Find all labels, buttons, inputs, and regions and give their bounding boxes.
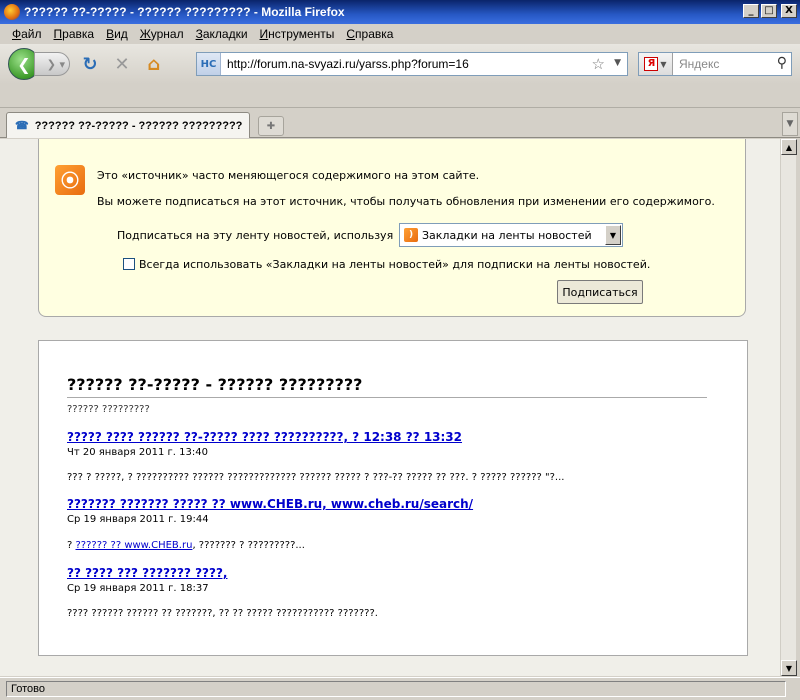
search-engine-selector[interactable]: Я ▼ bbox=[639, 53, 673, 75]
home-button[interactable]: ⌂ bbox=[142, 52, 166, 76]
home-icon: ⌂ bbox=[147, 53, 161, 75]
subscribe-reader-value: Закладки на ленты новостей bbox=[422, 228, 592, 242]
subscribe-reader-select[interactable]: ) Закладки на ленты новостей ▼ bbox=[399, 223, 623, 247]
tab-list-button[interactable]: ▼ bbox=[782, 112, 798, 136]
chevron-down-icon: ▼ bbox=[660, 59, 667, 69]
window-controls: _ □ X bbox=[743, 4, 797, 18]
entry-body: ???? ?????? ?????? ?? ???????, ?? ?? ???… bbox=[67, 608, 378, 619]
forward-button[interactable]: ❯ ▾ bbox=[34, 52, 70, 76]
feed-info-text: Это «источник» часто меняющегося содержи… bbox=[97, 169, 480, 182]
back-arrow-icon: ❮ bbox=[17, 54, 31, 74]
new-tab-button[interactable]: ✚ bbox=[258, 116, 284, 136]
window-title: ?????? ??-????? - ?????? ????????? - Moz… bbox=[24, 5, 345, 19]
menu-file[interactable]: Файл bbox=[6, 27, 48, 41]
entry-title-link[interactable]: ?? ???? ??? ??????? ????, bbox=[67, 566, 228, 580]
entry-date: Ср 19 января 2011 г. 18:37 bbox=[67, 583, 209, 594]
rss-feed-icon: ⦿ bbox=[55, 165, 85, 195]
vertical-scrollbar[interactable]: ▲ ▼ bbox=[780, 139, 797, 676]
tab-strip: ☎ ?????? ??-????? - ?????? ????????? ✚ ▼ bbox=[0, 108, 800, 138]
reload-button[interactable]: ↻ bbox=[78, 52, 102, 76]
bookmark-star-icon[interactable]: ☆ bbox=[592, 55, 605, 73]
entry-date: Чт 20 января 2011 г. 13:40 bbox=[67, 447, 208, 458]
url-bar[interactable]: НС http://forum.na-svyazi.ru/yarss.php?f… bbox=[196, 52, 628, 76]
firefox-icon bbox=[4, 4, 20, 20]
entry-body-suffix: , ??????? ? ?????????... bbox=[192, 540, 305, 551]
plus-icon: ✚ bbox=[266, 120, 276, 132]
feed-subscribe-box: ⦿ Это «источник» часто меняющегося содер… bbox=[38, 139, 746, 317]
stop-button[interactable]: ✕ bbox=[110, 52, 134, 76]
search-input[interactable]: Яндекс bbox=[673, 57, 719, 71]
menu-bookmarks[interactable]: Закладки bbox=[190, 27, 254, 41]
site-identity-icon[interactable]: НС bbox=[197, 53, 221, 75]
minimize-button[interactable]: _ bbox=[743, 4, 759, 18]
url-history-dropdown-icon[interactable]: ▼ bbox=[614, 58, 621, 68]
menu-history[interactable]: Журнал bbox=[134, 27, 190, 41]
navigation-toolbar: ❮ ❯ ▾ ↻ ✕ ⌂ НС http://forum.na-svyazi.ru… bbox=[0, 44, 800, 84]
entry-body-prefix: ? bbox=[67, 540, 76, 551]
feed-entries: ?????? ??-????? - ?????? ????????? ?????… bbox=[38, 340, 748, 656]
menu-edit[interactable]: Правка bbox=[48, 27, 101, 41]
reload-icon: ↻ bbox=[82, 53, 98, 75]
feed-title: ?????? ??-????? - ?????? ????????? bbox=[67, 375, 363, 394]
search-icon[interactable]: ⚲ bbox=[777, 55, 787, 71]
close-button[interactable]: X bbox=[781, 4, 797, 18]
yandex-icon: Я bbox=[644, 57, 659, 71]
bookmarks-toolbar bbox=[0, 84, 800, 108]
subscribe-button[interactable]: Подписаться bbox=[557, 280, 643, 304]
menu-help[interactable]: Справка bbox=[340, 27, 399, 41]
entry-body: ??? ? ?????, ? ?????????? ?????? ???????… bbox=[67, 472, 565, 483]
menu-tools[interactable]: Инструменты bbox=[254, 27, 341, 41]
site-favicon-icon: ☎ bbox=[15, 120, 29, 132]
always-use-checkbox[interactable] bbox=[123, 258, 135, 270]
entry-title-link[interactable]: ??????? ??????? ????? ?? www.CHEB.ru, ww… bbox=[67, 497, 473, 511]
entry-title-link[interactable]: ????? ???? ?????? ??-????? ???? ????????… bbox=[67, 430, 462, 444]
stop-icon: ✕ bbox=[114, 53, 130, 75]
menu-view[interactable]: Вид bbox=[100, 27, 134, 41]
status-text: Готово bbox=[6, 681, 786, 697]
chevron-down-icon: ▼ bbox=[786, 119, 794, 129]
tab-feed[interactable]: ☎ ?????? ??-????? - ?????? ????????? bbox=[6, 112, 250, 138]
title-divider bbox=[67, 397, 707, 398]
page-content: ⦿ Это «источник» часто меняющегося содер… bbox=[0, 139, 780, 676]
feed-info-text-2: Вы можете подписаться на этот источник, … bbox=[97, 195, 715, 208]
scroll-down-arrow-icon[interactable]: ▼ bbox=[781, 660, 797, 676]
entry-body: ? ?????? ?? www.CHEB.ru, ??????? ? ?????… bbox=[67, 540, 305, 551]
search-bar[interactable]: Я ▼ Яндекс ⚲ bbox=[638, 52, 792, 76]
status-bar: Готово bbox=[0, 677, 800, 700]
menu-bar: Файл Правка Вид Журнал Закладки Инструме… bbox=[0, 24, 800, 44]
tab-label: ?????? ??-????? - ?????? ????????? bbox=[34, 119, 243, 132]
maximize-button[interactable]: □ bbox=[761, 4, 777, 18]
url-text[interactable]: http://forum.na-svyazi.ru/yarss.php?foru… bbox=[221, 57, 469, 71]
chevron-down-icon[interactable]: ▼ bbox=[605, 225, 621, 245]
rss-icon: ) bbox=[404, 228, 418, 242]
entry-date: Ср 19 января 2011 г. 19:44 bbox=[67, 514, 209, 525]
feed-subtitle: ?????? ????????? bbox=[67, 404, 150, 415]
forward-arrow-icon: ❯ ▾ bbox=[46, 57, 65, 71]
scroll-up-arrow-icon[interactable]: ▲ bbox=[781, 139, 797, 155]
subscribe-using-label: Подписаться на эту ленту новостей, испол… bbox=[117, 229, 394, 242]
entry-body-link[interactable]: ?????? ?? www.CHEB.ru bbox=[76, 540, 193, 551]
always-use-label: Всегда использовать «Закладки на ленты н… bbox=[139, 258, 651, 271]
window-titlebar: ?????? ??-????? - ?????? ????????? - Moz… bbox=[0, 0, 800, 24]
